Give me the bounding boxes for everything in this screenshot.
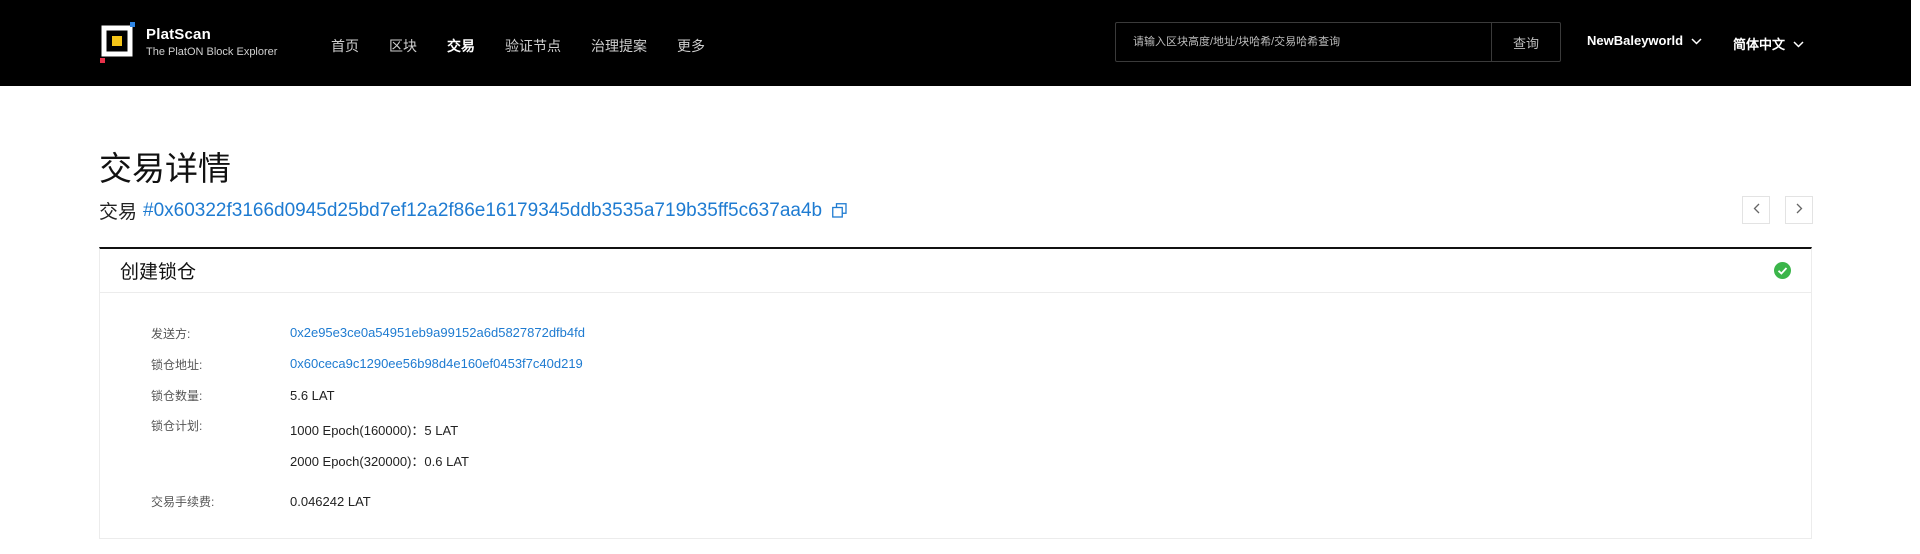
- brand-name[interactable]: PlatScan: [146, 26, 211, 43]
- language-label: 简体中文: [1733, 37, 1786, 52]
- network-label: NewBaleyworld: [1587, 33, 1684, 48]
- prev-tx-button[interactable]: [1742, 196, 1770, 224]
- card-header: 创建锁仓: [100, 249, 1811, 293]
- search-button[interactable]: 查询: [1491, 23, 1560, 61]
- page-edge: [1911, 0, 1920, 554]
- lock-amount-label: 锁仓数量:: [151, 389, 203, 403]
- next-tx-button[interactable]: [1785, 196, 1813, 224]
- lock-address-label: 锁仓地址:: [151, 358, 203, 372]
- top-navbar: PlatScan The PlatON Block Explorer 首页 区块…: [0, 0, 1911, 86]
- tx-type-title: 创建锁仓: [120, 262, 197, 283]
- nav-proposals[interactable]: 治理提案: [591, 36, 647, 56]
- tx-hash[interactable]: #0x60322f3166d0945d25bd7ef12a2f86e161793…: [143, 200, 822, 222]
- language-select[interactable]: 简体中文: [1733, 34, 1804, 53]
- tx-detail-card: 创建锁仓 发送方: 0x2e95e3ce0a54951eb9a99152a6d5…: [99, 247, 1812, 539]
- main-nav: 首页 区块 交易 验证节点 治理提案 更多: [331, 36, 735, 56]
- nav-more[interactable]: 更多: [677, 36, 705, 56]
- nav-home[interactable]: 首页: [331, 36, 359, 56]
- chevron-left-icon: [1753, 201, 1760, 219]
- lock-plan-item: 2000 Epoch(320000)：0.6 LAT: [290, 454, 469, 469]
- nav-blocks[interactable]: 区块: [389, 36, 417, 56]
- tx-hash-line: 交易 #0x60322f3166d0945d25bd7ef12a2f86e161…: [99, 197, 847, 224]
- search-input[interactable]: [1116, 23, 1491, 61]
- lock-address[interactable]: 0x60ceca9c1290ee56b98d4e160ef0453f7c40d2…: [290, 356, 583, 371]
- fee-label: 交易手续费:: [151, 495, 215, 509]
- lock-plan-label: 锁仓计划:: [151, 419, 203, 433]
- platscan-logo-icon[interactable]: [100, 20, 136, 64]
- chevron-down-icon: [1793, 36, 1804, 51]
- search-box: 查询: [1115, 22, 1561, 62]
- copy-icon[interactable]: [832, 203, 847, 218]
- sender-address[interactable]: 0x2e95e3ce0a54951eb9a99152a6d5827872dfb4…: [290, 325, 585, 340]
- lock-amount: 5.6 LAT: [290, 388, 335, 403]
- network-select[interactable]: NewBaleyworld: [1587, 33, 1702, 48]
- fee-value: 0.046242 LAT: [290, 494, 371, 509]
- chevron-right-icon: [1796, 201, 1803, 219]
- tx-label: 交易: [99, 202, 138, 223]
- sender-label: 发送方:: [151, 327, 191, 341]
- success-check-icon: [1774, 262, 1791, 279]
- page-title: 交易详情: [99, 150, 231, 188]
- brand-subtitle: The PlatON Block Explorer: [146, 46, 278, 58]
- chevron-down-icon: [1691, 33, 1702, 48]
- lock-plan-item: 1000 Epoch(160000)：5 LAT: [290, 423, 459, 438]
- nav-transactions[interactable]: 交易: [447, 36, 475, 56]
- nav-validators[interactable]: 验证节点: [505, 36, 561, 56]
